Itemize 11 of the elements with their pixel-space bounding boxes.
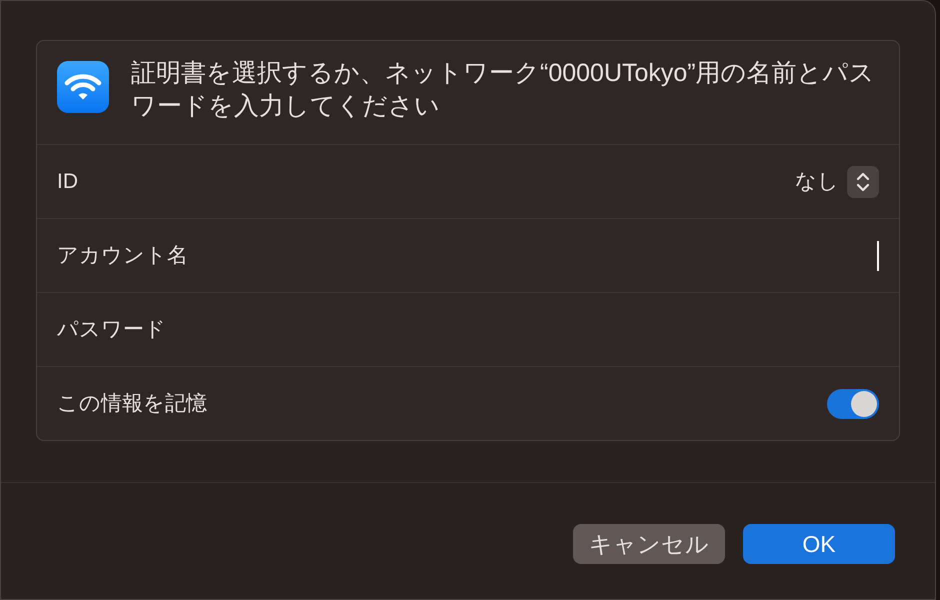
field-label: パスワード <box>57 316 166 343</box>
field-label: アカウント名 <box>57 242 188 269</box>
chevron-updown-icon <box>856 170 870 192</box>
cancel-button[interactable]: キャンセル <box>573 524 725 564</box>
ok-button[interactable]: OK <box>743 524 895 564</box>
field-label: この情報を記憶 <box>57 390 207 417</box>
field-label: ID <box>57 168 78 195</box>
id-popup[interactable]: なし <box>795 166 879 198</box>
prompt-message: 証明書を選択するか、ネットワーク“0000UTokyo”用の名前とパスワードを入力してください <box>131 58 876 122</box>
wifi-icon <box>57 61 109 113</box>
toggle-switch[interactable] <box>827 388 879 418</box>
